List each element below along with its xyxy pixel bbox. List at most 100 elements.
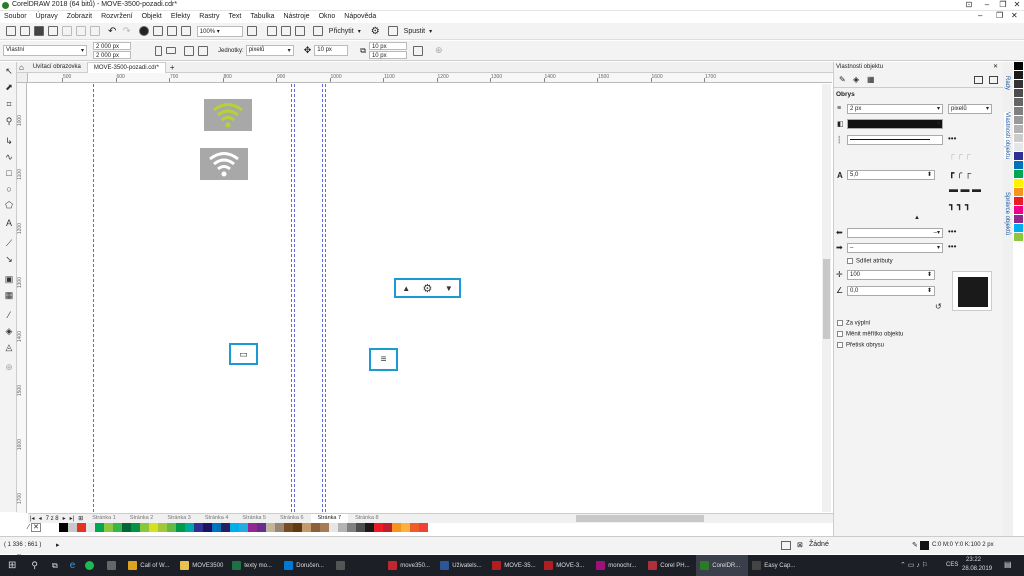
new-tab-icon[interactable]: + (166, 63, 179, 72)
page-preset-dropdown[interactable]: Vlastní ▾ (3, 45, 87, 56)
palette-swatch[interactable] (95, 523, 104, 532)
snap-icon[interactable] (312, 26, 323, 36)
polygon-tool-icon[interactable]: ⬠ (4, 200, 14, 210)
next-page-icon[interactable]: ▸ (61, 515, 68, 522)
palette-swatch[interactable] (1014, 197, 1023, 206)
redo-icon[interactable]: ↷ (122, 26, 130, 37)
guideline[interactable] (291, 84, 292, 512)
save-icon[interactable] (34, 26, 44, 36)
position-icons[interactable]: ┓ ┓ ┓ (949, 200, 970, 211)
task-view-icon[interactable]: ⧉ (45, 555, 65, 576)
guideline[interactable] (294, 84, 295, 512)
doc-minimize-icon[interactable]: – (978, 11, 982, 20)
palette-swatch[interactable] (104, 523, 113, 532)
card-button-graphic[interactable]: ▭ (229, 343, 258, 365)
tab-document[interactable]: MOVE-3500-pozadi.cdr* (86, 61, 166, 73)
palette-swatch[interactable] (203, 523, 212, 532)
end-arrowhead-dropdown[interactable]: – ▾ (847, 243, 943, 253)
palette-swatch[interactable] (59, 523, 68, 532)
undo-icon[interactable]: ↶ (108, 26, 116, 37)
tab-welcome-screen[interactable]: Uvítací obrazovka (27, 62, 87, 73)
palette-swatch[interactable] (1014, 143, 1023, 152)
palette-swatch[interactable] (1014, 80, 1023, 89)
palette-swatch[interactable] (419, 523, 428, 532)
no-color-icon[interactable]: ✕ (31, 523, 41, 532)
palette-swatch[interactable] (1014, 224, 1023, 233)
guideline[interactable] (325, 84, 326, 512)
taskbar-window-item[interactable]: texty mo... (228, 555, 280, 576)
palette-swatch[interactable] (1014, 125, 1023, 134)
page-tab-2[interactable]: Stránka 2 (123, 514, 161, 523)
palette-swatch[interactable] (50, 523, 59, 532)
add-page-icon[interactable]: ⊞ (76, 515, 85, 522)
docker-layout-icon[interactable] (974, 76, 983, 84)
outline-width-field[interactable]: 2 px ▾ (847, 104, 943, 114)
palette-swatch[interactable] (248, 523, 257, 532)
palette-swatch[interactable] (302, 523, 311, 532)
palette-swatch[interactable] (77, 523, 86, 532)
palette-swatch[interactable] (230, 523, 239, 532)
drop-shadow-icon[interactable]: ▣ (4, 274, 14, 284)
page-tab-4[interactable]: Stránka 4 (198, 514, 236, 523)
zoom-tool-icon[interactable]: ⚲ (4, 116, 14, 126)
palette-swatch[interactable] (347, 523, 356, 532)
menu-edit[interactable]: Úpravy (36, 13, 58, 20)
paste-icon[interactable] (90, 26, 100, 36)
guideline[interactable] (93, 84, 94, 512)
page-tab-5[interactable]: Stránka 5 (235, 514, 273, 523)
current-page-icon[interactable] (198, 45, 208, 56)
rectangle-tool-icon[interactable]: □ (4, 168, 14, 178)
clock-time[interactable]: 23:22 (966, 557, 981, 563)
palette-swatch[interactable] (122, 523, 131, 532)
horizontal-scroll-thumb[interactable] (576, 515, 704, 522)
palette-swatch[interactable] (266, 523, 275, 532)
palette-swatch[interactable] (1014, 188, 1023, 197)
maximize-icon[interactable]: ❐ (996, 0, 1010, 10)
reset-nib-icon[interactable]: ↺ (935, 302, 942, 311)
tab-object-manager[interactable]: Správce objektů (1004, 192, 1010, 235)
palette-swatch[interactable] (1014, 179, 1023, 188)
palette-swatch[interactable] (68, 523, 77, 532)
spotify-icon[interactable] (80, 555, 102, 576)
taskbar-window-item[interactable] (332, 555, 384, 576)
status-arrow-icon[interactable]: ▸ (56, 541, 60, 549)
end-arrow-more-icon[interactable]: ••• (948, 242, 956, 251)
palette-swatch[interactable] (185, 523, 194, 532)
up-gear-down-graphic[interactable]: ▲ ⚙ ▼ (394, 278, 461, 298)
outline-color-dropdown-icon[interactable]: ▾ (937, 120, 940, 127)
zoom-level-field[interactable]: 100% ▾ (196, 25, 243, 37)
palette-swatch[interactable] (1014, 233, 1023, 242)
palette-swatch[interactable] (140, 523, 149, 532)
duplicate-x-field[interactable]: 10 px (368, 42, 407, 50)
palette-swatch[interactable] (275, 523, 284, 532)
landscape-icon[interactable] (166, 47, 176, 54)
launch-dropdown[interactable]: Spustit (404, 28, 425, 35)
palette-swatch[interactable] (284, 523, 293, 532)
share-attributes-checkbox[interactable]: Sdílet atributy (847, 258, 893, 265)
taskbar-window-item[interactable]: move350... (384, 555, 436, 576)
ellipse-tool-icon[interactable]: ○ (4, 184, 14, 194)
palette-swatch[interactable] (176, 523, 185, 532)
crop-tool-icon[interactable]: ⌗ (4, 99, 14, 109)
docker-expand-icon[interactable] (989, 76, 998, 84)
copy-icon[interactable] (76, 26, 86, 36)
show-guidelines-icon[interactable] (294, 26, 305, 36)
outline-units-dropdown[interactable]: pixelů ▾ (948, 104, 992, 114)
taskbar-window-item[interactable]: MOVE3500 (176, 555, 228, 576)
palette-swatch[interactable] (131, 523, 140, 532)
doc-close-icon[interactable]: ✕ (1011, 11, 1018, 20)
palette-swatch[interactable] (149, 523, 158, 532)
cut-icon[interactable] (62, 26, 72, 36)
menu-tools[interactable]: Nástroje (283, 13, 309, 20)
fill-tab-icon[interactable]: ◈ (853, 75, 859, 84)
palette-swatch[interactable] (239, 523, 248, 532)
snap-to-dropdown[interactable]: Přichytit (329, 28, 354, 35)
palette-swatch[interactable] (86, 523, 95, 532)
collapse-arrow-icon[interactable]: ▲ (914, 215, 920, 221)
line-style-dropdown[interactable] (847, 135, 943, 145)
new-doc-icon[interactable] (6, 26, 16, 36)
palette-swatch[interactable] (167, 523, 176, 532)
menu-object[interactable]: Objekt (142, 13, 162, 20)
pick-tool-icon[interactable]: ↖ (4, 66, 14, 76)
page-height-field[interactable]: 2 000 px (93, 51, 131, 59)
